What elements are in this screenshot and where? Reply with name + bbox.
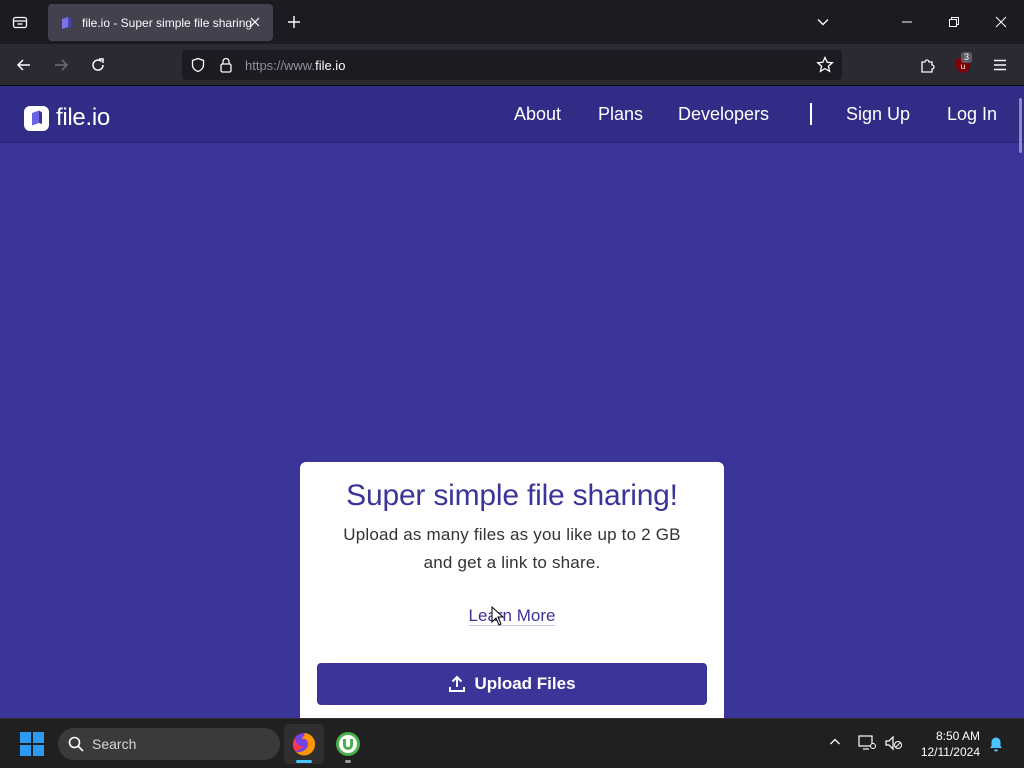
reload-button[interactable] [86, 53, 110, 77]
network-status-button[interactable] [858, 735, 876, 756]
learn-more-label: Learn More [468, 606, 556, 626]
nav-about[interactable]: About [514, 104, 561, 125]
puzzle-icon [920, 58, 935, 73]
url-prefix: https://www. [245, 58, 316, 73]
notifications-button[interactable] [988, 736, 1004, 757]
url-bar[interactable]: https://www.file.io [182, 50, 842, 80]
new-tab-button[interactable] [284, 12, 304, 32]
page-scrollbar[interactable] [1019, 98, 1022, 153]
url-host: file.io [315, 58, 346, 73]
fileio-favicon-icon [62, 16, 71, 29]
reload-icon [92, 58, 104, 71]
list-all-tabs-button[interactable] [813, 12, 833, 32]
minimize-button[interactable] [897, 12, 917, 32]
utorrent-icon [336, 732, 360, 756]
start-button[interactable] [20, 732, 44, 761]
upload-files-button[interactable]: Upload Files [317, 663, 707, 705]
arrow-left-icon [16, 59, 30, 71]
fileio-logo-icon [24, 105, 49, 131]
minimize-icon [902, 21, 912, 23]
chevron-down-icon [817, 19, 829, 26]
show-hidden-icons-button[interactable] [829, 735, 841, 753]
nav-plans[interactable]: Plans [598, 104, 643, 125]
svg-text:u: u [961, 62, 965, 71]
extension-count-badge: 3 [961, 52, 973, 63]
taskbar-search-box[interactable]: Search [58, 728, 280, 760]
url-text[interactable]: https://www.file.io [245, 58, 345, 73]
hamburger-menu-icon [994, 59, 1006, 71]
volume-muted-icon [885, 735, 902, 751]
active-app-indicator [296, 760, 312, 763]
back-button[interactable] [12, 53, 36, 77]
close-window-button[interactable] [991, 12, 1011, 32]
nav-sign-up[interactable]: Sign Up [846, 104, 910, 125]
nav-divider [810, 103, 812, 125]
hero-subtext-line2: and get a link to share. [423, 553, 601, 572]
taskbar-search-placeholder: Search [92, 736, 137, 752]
browser-tab-strip: file.io - Super simple file sharing [0, 0, 1024, 44]
tab-close-icon[interactable] [247, 14, 263, 30]
site-logo-link[interactable]: file.io [24, 104, 110, 132]
taskbar-clock[interactable]: 8:50 AM 12/11/2024 [912, 728, 980, 760]
hero-heading: Super simple file sharing! [346, 479, 678, 512]
taskbar-firefox[interactable] [284, 724, 324, 764]
restore-icon [949, 17, 959, 27]
search-icon [68, 736, 84, 752]
tab-title: file.io - Super simple file sharing [82, 15, 252, 30]
clock-date: 12/11/2024 [920, 745, 980, 759]
tab-list-icon [12, 16, 28, 29]
nav-log-in[interactable]: Log In [947, 104, 997, 125]
volume-button[interactable] [885, 735, 903, 756]
upload-card: Super simple file sharing! Upload as man… [300, 462, 724, 718]
plus-icon [288, 16, 300, 28]
network-monitor-icon [858, 735, 876, 750]
learn-more-link[interactable]: Learn More [300, 606, 724, 626]
taskbar-utorrent[interactable] [328, 724, 368, 764]
navigation-toolbar: https://www.file.io u 3 [0, 44, 1024, 86]
forward-button[interactable] [49, 53, 73, 77]
windows-logo-icon [20, 732, 44, 756]
tracking-protection-shield-icon[interactable] [190, 57, 206, 78]
upload-icon [449, 675, 466, 692]
firefox-icon [292, 733, 316, 756]
chevron-up-icon [830, 738, 840, 745]
extensions-button[interactable] [915, 53, 939, 77]
bell-icon [990, 737, 1002, 752]
tab-overview-button[interactable] [10, 12, 30, 32]
windows-taskbar: Search 8:50 AM 12/11/2024 [0, 718, 1024, 768]
arrow-right-icon [55, 59, 69, 71]
site-header: file.io About Plans Developers Sign Up L… [0, 86, 1024, 153]
hero-subtext-line1: Upload as many files as you like up to 2… [343, 525, 681, 544]
browser-tab-fileio[interactable]: file.io - Super simple file sharing [48, 4, 273, 41]
upload-files-label: Upload Files [474, 674, 576, 693]
logo-text: file.io [56, 104, 110, 131]
clock-time: 8:50 AM [935, 729, 980, 743]
nav-developers[interactable]: Developers [678, 104, 769, 125]
mouse-pointer-icon [491, 606, 505, 626]
lock-icon[interactable] [219, 57, 233, 78]
hero-subtext: Upload as many files as you like up to 2… [300, 521, 724, 577]
bookmark-star-icon[interactable] [816, 55, 834, 79]
running-app-indicator [345, 760, 351, 763]
close-icon [995, 16, 1007, 28]
app-menu-button[interactable] [988, 53, 1012, 77]
restore-button[interactable] [944, 12, 964, 32]
webpage-viewport: file.io About Plans Developers Sign Up L… [0, 86, 1024, 718]
